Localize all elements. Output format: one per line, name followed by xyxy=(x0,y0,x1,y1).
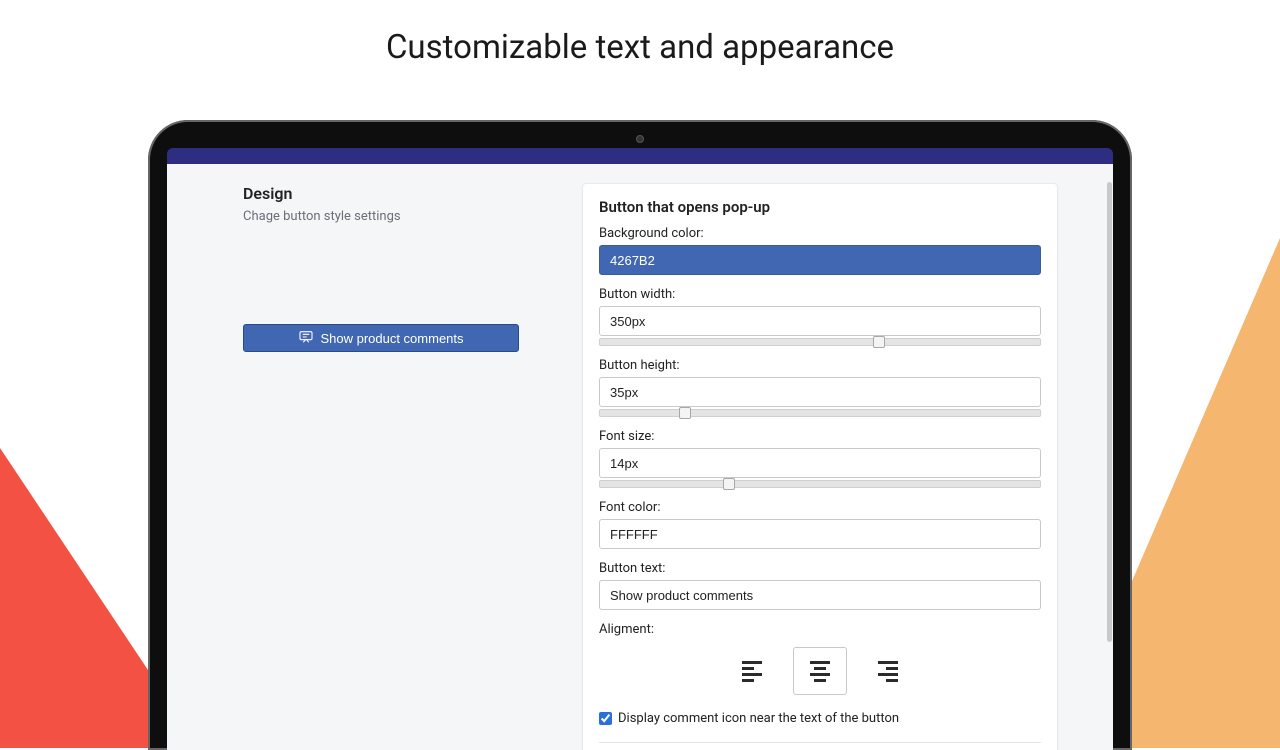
align-right-icon xyxy=(878,661,898,682)
screen: Design Chage button style settings Show … xyxy=(167,148,1113,750)
preview-button-label: Show product comments xyxy=(320,331,463,346)
comment-icon xyxy=(298,329,314,348)
page-title: Customizable text and appearance xyxy=(0,28,1280,67)
divider xyxy=(599,742,1041,743)
button-text-label: Button text: xyxy=(599,561,1041,576)
width-label: Button width: xyxy=(599,287,1041,302)
align-right-button[interactable] xyxy=(861,647,915,695)
card-title: Button that opens pop-up xyxy=(599,198,1041,216)
font-size-slider-thumb[interactable] xyxy=(723,478,735,490)
align-left-button[interactable] xyxy=(725,647,779,695)
font-color-label: Font color: xyxy=(599,500,1041,515)
scrollbar[interactable] xyxy=(1107,182,1112,642)
bg-color-label: Background color: xyxy=(599,226,1041,241)
section-heading: Design xyxy=(243,184,563,203)
height-input[interactable] xyxy=(599,377,1041,407)
font-size-label: Font size: xyxy=(599,429,1041,444)
align-center-button[interactable] xyxy=(793,647,847,695)
font-size-slider[interactable] xyxy=(599,480,1041,488)
width-slider[interactable] xyxy=(599,338,1041,346)
laptop-frame: Design Chage button style settings Show … xyxy=(148,120,1132,750)
settings-card: Button that opens pop-up Background colo… xyxy=(583,184,1057,750)
align-center-icon xyxy=(810,661,830,682)
height-label: Button height: xyxy=(599,358,1041,373)
display-icon-row[interactable]: Display comment icon near the text of th… xyxy=(599,711,1041,726)
display-icon-checkbox[interactable] xyxy=(599,712,612,725)
preview-button[interactable]: Show product comments xyxy=(243,324,519,352)
width-slider-thumb[interactable] xyxy=(873,336,885,348)
app-surface: Design Chage button style settings Show … xyxy=(167,164,1113,750)
button-text-input[interactable] xyxy=(599,580,1041,610)
width-input[interactable] xyxy=(599,306,1041,336)
font-size-input[interactable] xyxy=(599,448,1041,478)
font-color-input[interactable] xyxy=(599,519,1041,549)
camera-dot xyxy=(636,135,644,143)
height-slider[interactable] xyxy=(599,409,1041,417)
bg-color-input[interactable] xyxy=(599,245,1041,275)
height-slider-thumb[interactable] xyxy=(679,407,691,419)
left-column: Design Chage button style settings Show … xyxy=(243,184,563,750)
alignment-label: Aligment: xyxy=(599,622,1041,637)
display-icon-label: Display comment icon near the text of th… xyxy=(618,711,899,726)
section-subheading: Chage button style settings xyxy=(243,209,563,224)
align-left-icon xyxy=(742,661,762,682)
